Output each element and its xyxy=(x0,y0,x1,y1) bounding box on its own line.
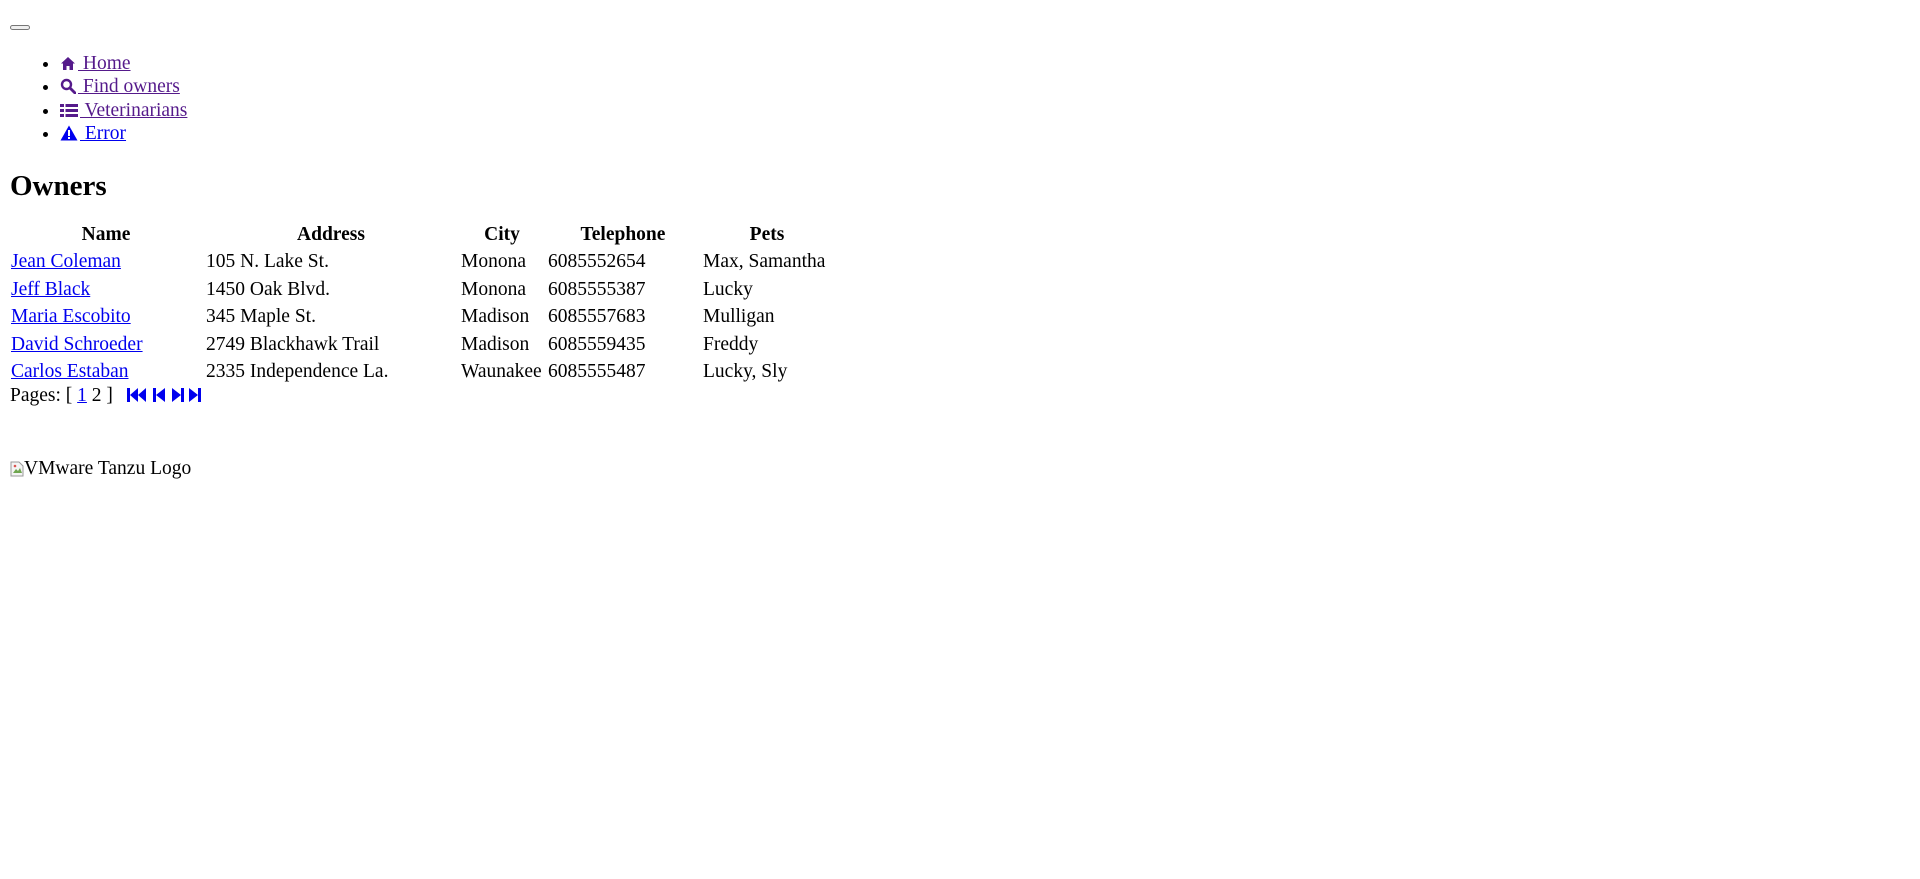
cell-address: 2335 Independence La. xyxy=(206,361,389,383)
nav-item-find-owners: Find owners xyxy=(60,75,1910,98)
table-row: David Schroeder 2749 Blackhawk Trail Mad… xyxy=(10,333,832,358)
next-page-link[interactable] xyxy=(171,387,184,408)
cell-address: 345 Maple St. xyxy=(206,306,316,328)
owner-link[interactable]: Maria Escobito xyxy=(11,306,131,327)
nav-item-error: Error xyxy=(60,122,1910,145)
pages-prefix: Pages: [ xyxy=(10,384,73,406)
last-page-link[interactable] xyxy=(188,387,202,408)
cell-telephone: 6085555387 xyxy=(548,278,646,300)
last-page-icon xyxy=(189,387,202,402)
nav-label-veterinarians: Veterinarians xyxy=(80,99,188,121)
pagination: Pages: [ 1 2 ] xyxy=(10,384,1910,410)
cell-name: Jean Coleman xyxy=(10,250,202,275)
page-title: Owners xyxy=(10,170,107,203)
home-icon xyxy=(61,57,75,70)
header-address: Address xyxy=(297,224,365,246)
header-pets: Pets xyxy=(749,224,785,246)
cell-name: David Schroeder xyxy=(10,333,202,358)
cell-telephone: 6085552654 xyxy=(548,251,646,273)
nav-item-home: Home xyxy=(60,52,1910,75)
header-city: City xyxy=(484,224,520,246)
cell-pets: Lucky xyxy=(703,278,753,300)
nav-toggle-button[interactable] xyxy=(10,25,30,30)
cell-pets: Mulligan xyxy=(703,306,775,328)
first-page-icon xyxy=(126,387,146,402)
cell-address: 2749 Blackhawk Trail xyxy=(206,333,380,355)
pager-controls xyxy=(126,386,202,410)
previous-page-icon xyxy=(152,387,165,402)
cell-city: Madison xyxy=(461,333,530,355)
cell-name: Carlos Estaban xyxy=(10,360,202,385)
nav-link-find-owners[interactable]: Find owners xyxy=(60,76,180,97)
nav-item-veterinarians: Veterinarians xyxy=(60,99,1910,122)
nav-link-veterinarians[interactable]: Veterinarians xyxy=(60,100,187,121)
owner-link[interactable]: Jean Coleman xyxy=(11,251,121,272)
nav-link-error[interactable]: Error xyxy=(60,123,126,144)
header-name: Name xyxy=(81,224,131,246)
warning-icon xyxy=(60,125,78,141)
cell-city: Madison xyxy=(461,306,530,328)
owners-table: Name Address City Telephone Pets Jean Co… xyxy=(7,219,835,388)
cell-city: Monona xyxy=(461,251,526,273)
cell-name: Jeff Black xyxy=(10,278,202,303)
footer-logo: VMware Tanzu Logo xyxy=(10,457,1910,481)
list-icon xyxy=(60,103,78,117)
cell-telephone: 6085557683 xyxy=(548,306,646,328)
pages-suffix: ] xyxy=(106,384,113,406)
page: Home Find owners Veterinaria xyxy=(0,25,1920,481)
nav-link-home[interactable]: Home xyxy=(60,53,131,74)
main-nav: Home Find owners Veterinaria xyxy=(10,52,1910,145)
first-page-link[interactable] xyxy=(126,387,148,408)
cell-telephone: 6085555487 xyxy=(548,361,646,383)
table-row: Maria Escobito 345 Maple St. Madison 608… xyxy=(10,305,832,330)
cell-city: Waunakee xyxy=(461,361,542,383)
logo-alt-text: VMware Tanzu Logo xyxy=(24,457,192,479)
cell-pets: Freddy xyxy=(703,333,759,355)
owner-link[interactable]: David Schroeder xyxy=(11,334,143,355)
cell-pets: Max, Samantha xyxy=(703,251,826,273)
previous-page-link[interactable] xyxy=(152,387,166,408)
page-current-2: 2 xyxy=(91,384,102,406)
table-row: Carlos Estaban 2335 Independence La. Wau… xyxy=(10,360,832,385)
page-link-1[interactable]: 1 xyxy=(77,385,87,406)
nav-label-home: Home xyxy=(78,53,131,74)
cell-address: 1450 Oak Blvd. xyxy=(206,278,331,300)
nav-label-find-owners: Find owners xyxy=(78,76,180,98)
table-header-row: Name Address City Telephone Pets xyxy=(10,222,832,247)
search-icon xyxy=(60,79,76,95)
broken-image-icon xyxy=(10,461,24,477)
owner-link[interactable]: Jeff Black xyxy=(11,279,90,300)
nav-label-error: Error xyxy=(80,122,127,144)
cell-city: Monona xyxy=(461,278,526,300)
cell-name: Maria Escobito xyxy=(10,305,202,330)
cell-pets: Lucky, Sly xyxy=(703,361,788,383)
table-row: Jean Coleman 105 N. Lake St. Monona 6085… xyxy=(10,250,832,275)
table-row: Jeff Black 1450 Oak Blvd. Monona 6085555… xyxy=(10,278,832,303)
owner-link[interactable]: Carlos Estaban xyxy=(11,361,129,382)
cell-address: 105 N. Lake St. xyxy=(206,251,329,273)
cell-telephone: 6085559435 xyxy=(548,333,646,355)
header-telephone: Telephone xyxy=(580,224,666,246)
next-page-icon xyxy=(171,387,184,402)
